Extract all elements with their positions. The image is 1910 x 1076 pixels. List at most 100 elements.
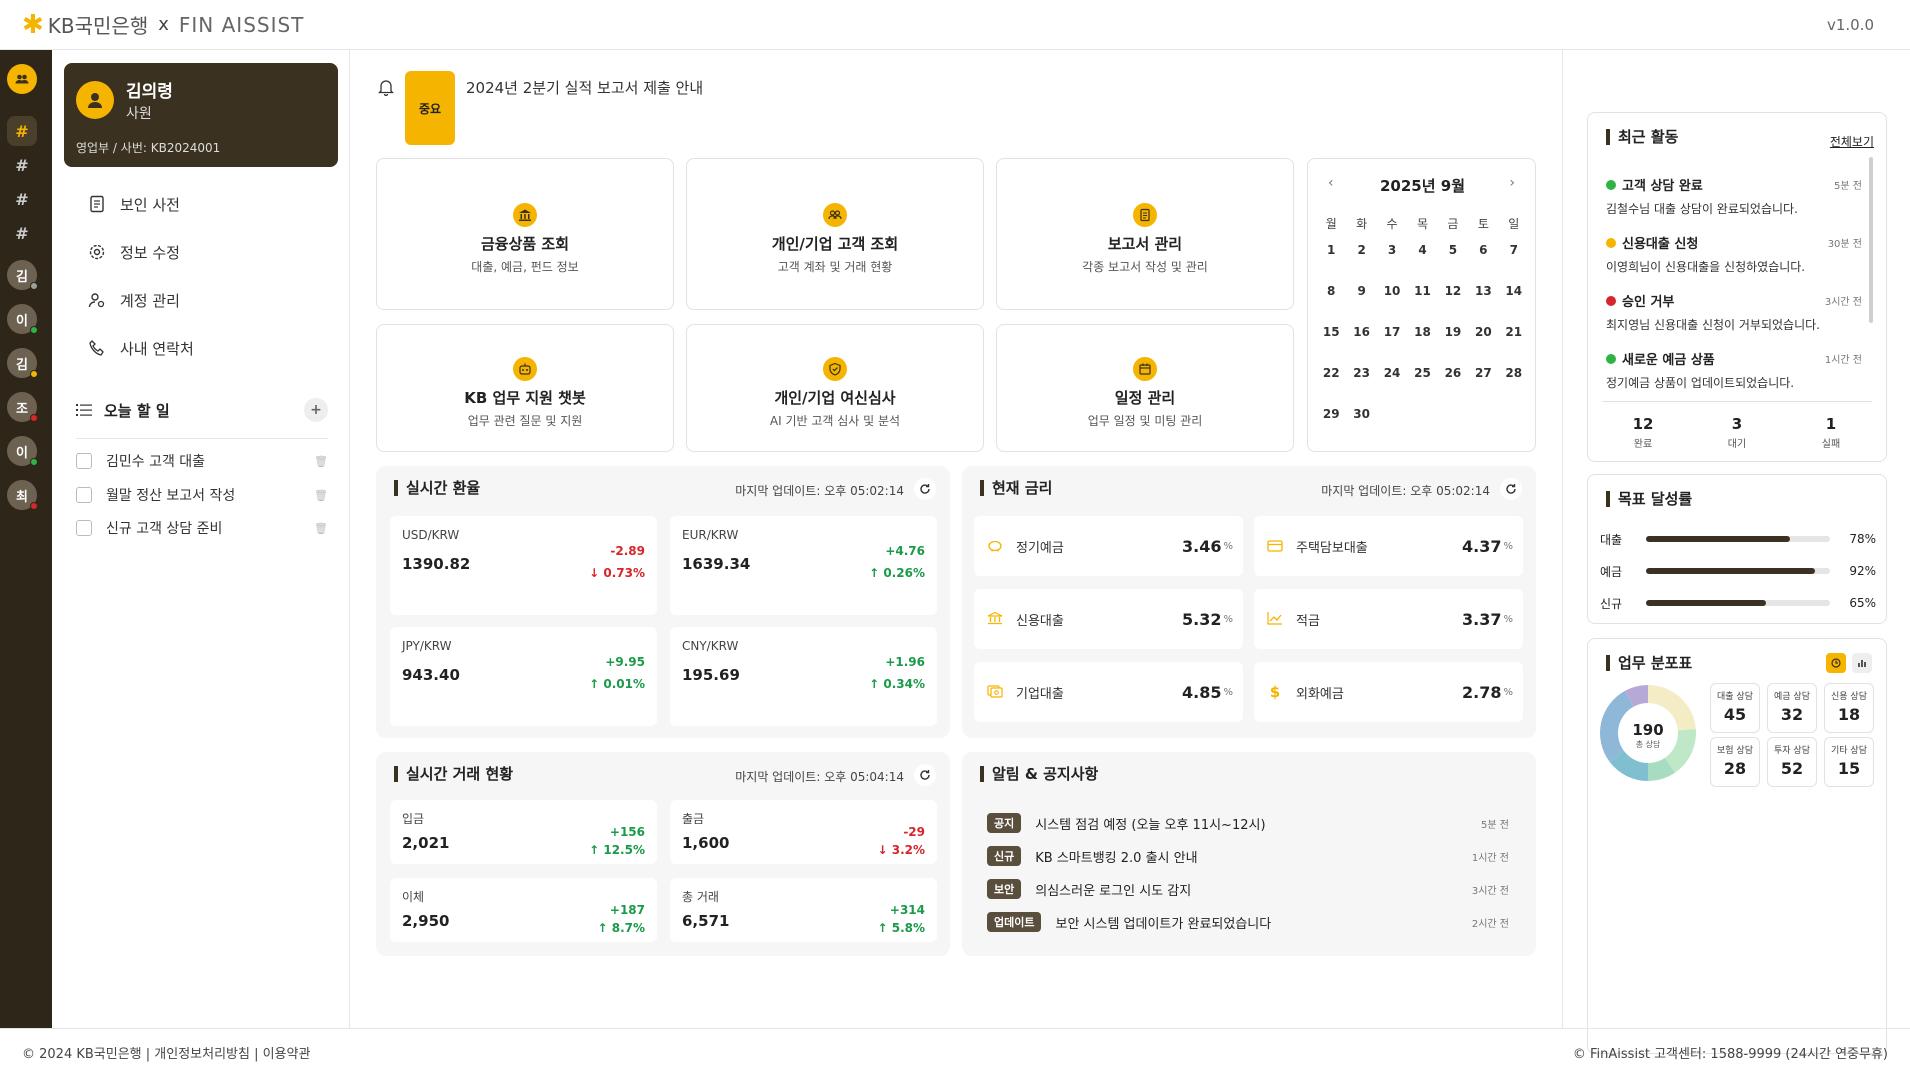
channel-hash-2[interactable]: # [7, 150, 37, 180]
calendar-day[interactable]: 27 [1468, 360, 1498, 401]
calendar-day[interactable]: 2 [1346, 237, 1376, 278]
activity-item[interactable]: 신용대출 신청 30분 전 이영희님이 신용대출을 신청하였습니다. [1606, 233, 1862, 275]
calendar-day[interactable]: 3 [1377, 237, 1407, 278]
calendar-day[interactable]: 22 [1316, 360, 1346, 401]
rail-user-avatar[interactable]: 최 [7, 480, 38, 510]
alert-row[interactable]: 보안 의심스러운 로그인 시도 감지 3시간 전 [987, 878, 1509, 900]
footer-right: © FinAissist 고객센터: 1588-9999 (24시간 연중무휴) [1572, 1047, 1888, 1062]
calendar-day[interactable]: 26 [1438, 360, 1468, 401]
scrollbar[interactable] [1869, 157, 1873, 323]
calendar-day[interactable]: 20 [1468, 319, 1498, 360]
fx-change: -2.89 [610, 544, 645, 558]
calendar-day[interactable]: 30 [1346, 401, 1376, 442]
calendar-day[interactable]: 11 [1407, 278, 1437, 319]
calendar-day[interactable]: 25 [1407, 360, 1437, 401]
alert-row[interactable]: 업데이트 보안 시스템 업데이트가 완료되었습니다 2시간 전 [987, 911, 1509, 933]
todo-checkbox[interactable] [76, 520, 92, 536]
trash-icon[interactable]: 🗑 [314, 522, 328, 535]
stat-label: 완료 [1633, 439, 1653, 450]
rate-value: 5.32 [1182, 609, 1222, 629]
tx-change: -29 [903, 825, 925, 839]
quick-card-schedule[interactable]: 일정 관리 업무 일정 및 미팅 관리 [996, 324, 1294, 452]
calendar-day[interactable]: 9 [1346, 278, 1376, 319]
trash-icon[interactable]: 🗑 [314, 489, 328, 502]
dist-value: 52 [1780, 759, 1804, 778]
refresh-button[interactable] [914, 764, 936, 786]
alert-row[interactable]: 신규 KB 스마트뱅킹 2.0 출시 안내 1시간 전 [987, 845, 1509, 867]
rail-user-avatar[interactable]: 김 [7, 260, 38, 290]
presence-dot [30, 282, 38, 290]
distribution-tile: 신용 상담 18 [1824, 683, 1874, 733]
profile-card[interactable]: 김의령 사원 영업부 / 사번: KB2024001 [64, 63, 338, 167]
quick-card-reports[interactable]: 보고서 관리 각종 보고서 작성 및 관리 [996, 158, 1294, 310]
rail-user-avatar[interactable]: 이 [7, 304, 38, 334]
menu-label: 사내 연락처 [120, 339, 194, 358]
calendar-day[interactable]: 15 [1316, 319, 1346, 360]
quick-card-products[interactable]: 금융상품 조회 대출, 예금, 펀드 정보 [376, 158, 674, 310]
bell-icon[interactable] [378, 78, 394, 96]
status-dot [1606, 353, 1616, 364]
activity-item[interactable]: 새로운 예금 상품 1시간 전 정기예금 상품이 업데이트되었습니다. [1606, 349, 1862, 391]
fx-rate: 1390.82 [402, 555, 471, 573]
calendar-day[interactable]: 13 [1468, 278, 1498, 319]
team-icon[interactable] [7, 64, 37, 94]
calendar-day[interactable]: 21 [1499, 319, 1529, 360]
rail-user-avatar[interactable]: 이 [7, 436, 38, 466]
activity-item[interactable]: 승인 거부 3시간 전 최지영님 신용대출 신청이 거부되었습니다. [1606, 291, 1862, 333]
menu-label: 보인 사전 [120, 195, 180, 214]
notice-text[interactable]: 2024년 2분기 실적 보고서 제출 안내 [466, 77, 703, 98]
bar-view-button[interactable] [1852, 653, 1872, 673]
calendar-day[interactable]: 6 [1468, 237, 1498, 278]
activity-item[interactable]: 고객 상담 완료 5분 전 김철수님 대출 상담이 완료되었습니다. [1606, 175, 1862, 217]
fx-panel: 실시간 환율 마지막 업데이트: 오후 05:02:14 USD/KRW 139… [376, 466, 950, 738]
alert-time: 1시간 전 [1471, 852, 1509, 864]
recent-activity-card: 최근 활동 전체보기 고객 상담 완료 5분 전 김철수님 대출 상담이 완료되었습… [1587, 112, 1887, 462]
quick-card-customers[interactable]: 개인/기업 고객 조회 고객 계좌 및 거래 현황 [686, 158, 984, 310]
calendar-day[interactable]: 17 [1377, 319, 1407, 360]
channel-hash-1[interactable]: # [7, 116, 37, 146]
rail-user-avatar[interactable]: 조 [7, 392, 38, 422]
important-badge: 중요 [405, 71, 455, 145]
calendar-day[interactable]: 4 [1407, 237, 1437, 278]
refresh-button[interactable] [914, 478, 936, 500]
donut-view-button[interactable] [1826, 653, 1846, 673]
activity-time: 1시간 전 [1824, 355, 1862, 366]
calendar-day[interactable]: 18 [1407, 319, 1437, 360]
calendar-day[interactable]: 1 [1316, 237, 1346, 278]
calendar-next-button[interactable]: › [1509, 175, 1515, 191]
quick-card-credit-review[interactable]: 개인/기업 여신심사 AI 기반 고객 심사 및 분석 [686, 324, 984, 452]
channel-hash-4[interactable]: # [7, 218, 37, 248]
menu-item-contacts[interactable]: 사내 연락처 [88, 333, 194, 363]
refresh-button[interactable] [1500, 478, 1522, 500]
calendar-weekday: 수 [1386, 217, 1398, 231]
calendar-day[interactable]: 5 [1438, 237, 1468, 278]
calendar-day[interactable]: 19 [1438, 319, 1468, 360]
calendar-day[interactable]: 23 [1346, 360, 1376, 401]
calendar-day[interactable]: 29 [1316, 401, 1346, 442]
rate-name: 신용대출 [1016, 613, 1064, 629]
rate-unit: % [1503, 686, 1513, 698]
view-all-link[interactable]: 전체보기 [1830, 133, 1874, 150]
quick-card-chatbot[interactable]: KB 업무 지원 챗봇 업무 관련 질문 및 지원 [376, 324, 674, 452]
fx-pair: USD/KRW [402, 528, 460, 542]
menu-item-dictionary[interactable]: 보인 사전 [88, 189, 180, 219]
trash-icon[interactable]: 🗑 [314, 455, 328, 468]
calendar-day[interactable]: 28 [1499, 360, 1529, 401]
rail-user-initial: 이 [16, 445, 28, 461]
menu-item-edit-info[interactable]: 정보 수정 [88, 237, 180, 267]
calendar-day[interactable]: 14 [1499, 278, 1529, 319]
add-todo-button[interactable]: + [304, 398, 328, 422]
calendar-day[interactable]: 7 [1499, 237, 1529, 278]
calendar-day[interactable]: 16 [1346, 319, 1376, 360]
alert-row[interactable]: 공지 시스템 점검 예정 (오늘 오후 11시~12시) 5분 전 [987, 812, 1509, 834]
rail-user-avatar[interactable]: 김 [7, 348, 38, 378]
calendar-day[interactable]: 10 [1377, 278, 1407, 319]
calendar-day[interactable]: 12 [1438, 278, 1468, 319]
channel-hash-3[interactable]: # [7, 184, 37, 214]
menu-item-account[interactable]: 계정 관리 [88, 285, 180, 315]
todo-checkbox[interactable] [76, 453, 92, 469]
footer-left[interactable]: © 2024 KB국민은행 | 개인정보처리방침 | 이용약관 [22, 1043, 310, 1062]
calendar-day[interactable]: 8 [1316, 278, 1346, 319]
calendar-day[interactable]: 24 [1377, 360, 1407, 401]
todo-checkbox[interactable] [76, 487, 92, 503]
